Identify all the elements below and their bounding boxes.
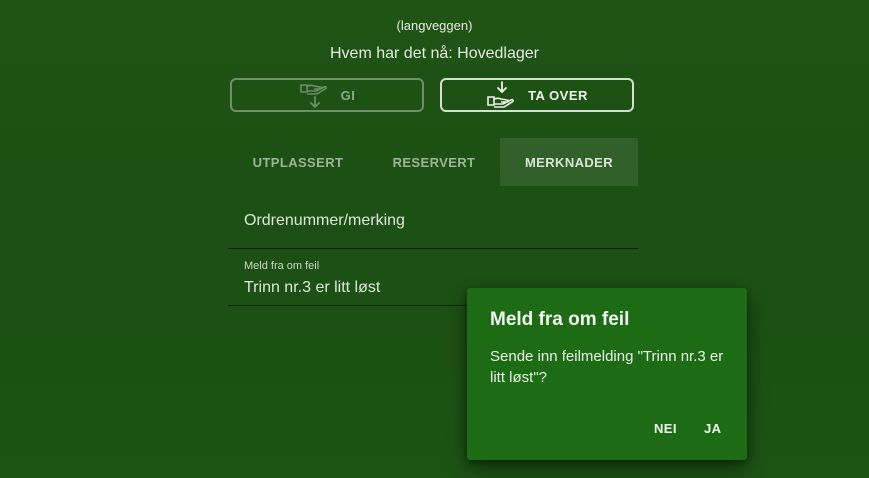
tab-reservert[interactable]: RESERVERT xyxy=(368,138,500,186)
report-error-value: Trinn nr.3 er litt løst xyxy=(244,279,381,296)
tab-utplassert[interactable]: UTPLASSERT xyxy=(228,138,368,186)
item-location: (langveggen) xyxy=(396,18,473,33)
yes-button[interactable]: JA xyxy=(704,421,721,436)
tab-merknader[interactable]: MERKNADER xyxy=(500,138,638,186)
take-over-button[interactable]: TA OVER xyxy=(440,78,634,112)
report-error-label: Meld fra om feil xyxy=(244,260,320,272)
dialog-title: Meld fra om feil xyxy=(490,309,630,330)
hand-take-icon xyxy=(487,81,514,108)
order-number-value: Ordrenummer/merking xyxy=(244,212,405,229)
take-over-button-label: TA OVER xyxy=(528,87,588,103)
dialog-message: Sende inn feilmelding "Trinn nr.3 er lit… xyxy=(490,348,724,386)
tab-bar: UTPLASSERT RESERVERT MERKNADER xyxy=(228,138,638,186)
hand-give-icon xyxy=(299,84,327,108)
give-button-label: GI xyxy=(340,87,356,103)
confirm-dialog: Meld fra om feil Sende inn feilmelding "… xyxy=(467,288,747,460)
order-number-field[interactable]: Ordrenummer/merking xyxy=(228,196,638,249)
holder-status: Hvem har det nå: Hovedlager xyxy=(330,45,539,62)
no-button[interactable]: NEI xyxy=(654,421,677,436)
give-button[interactable]: GI xyxy=(230,78,424,112)
